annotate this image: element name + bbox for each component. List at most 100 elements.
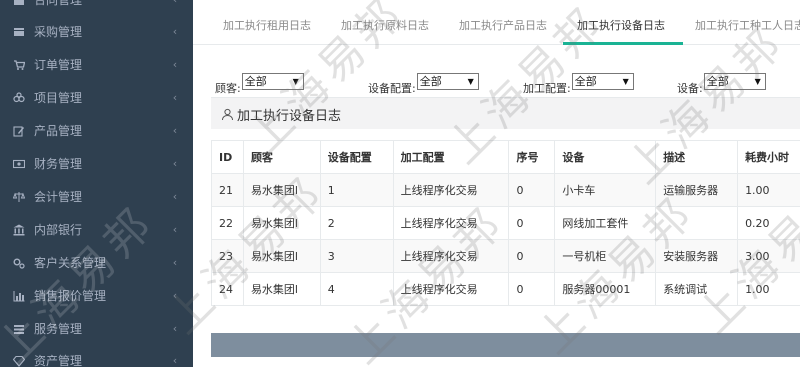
- active-tab-indicator: [563, 42, 683, 45]
- table-cell: 3.00: [737, 239, 800, 273]
- sidebar-item-label: 客户关系管理: [34, 256, 107, 270]
- equipment-config-filter: 设备配置: 全部 ▼: [368, 68, 479, 95]
- sidebar-item-crm[interactable]: 客户关系管理 ‹: [0, 246, 193, 279]
- tab-equipment-log[interactable]: 加工执行设备日志: [577, 0, 665, 45]
- user-icon: [221, 108, 234, 121]
- column-header[interactable]: 加工配置: [392, 140, 510, 174]
- table-cell: 易水集团l: [242, 239, 321, 273]
- table-cell: 0: [508, 272, 556, 306]
- column-header[interactable]: 描述: [655, 140, 739, 174]
- dropdown-arrow-icon: ▼: [622, 77, 629, 86]
- sidebar-item-sales-quote[interactable]: 销售报价管理 ‹: [0, 279, 193, 312]
- table-cell: 24: [211, 272, 244, 306]
- cart-icon: [13, 59, 25, 71]
- table-cell: 3: [319, 239, 394, 273]
- sidebar-item-label: 财务管理: [34, 157, 83, 171]
- tab-product-log[interactable]: 加工执行产品日志: [459, 0, 547, 45]
- sidebar-item-label: 采购管理: [34, 25, 83, 39]
- chevron-left-icon: ‹: [172, 91, 178, 104]
- chevron-left-icon: ‹: [172, 190, 178, 203]
- tab-bar: 加工执行租用日志 加工执行原料日志 加工执行产品日志 加工执行设备日志 加工执行…: [193, 0, 800, 45]
- sidebar-item-label: 销售报价管理: [34, 289, 107, 303]
- table-row[interactable]: 24 易水集团l 4 上线程序化交易 0 服务器00001 系统调试 1.00: [211, 272, 800, 306]
- sidebar-item-projects[interactable]: 项目管理 ‹: [0, 81, 193, 114]
- column-header[interactable]: 设备: [554, 140, 657, 174]
- equipment-log-table: ID 顾客 设备配置 加工配置 序号 设备 描述 耗费小时 21 易水集团l 1…: [211, 140, 800, 306]
- equipment-filter-label: 设备:: [677, 82, 703, 95]
- tab-rental-log[interactable]: 加工执行租用日志: [223, 0, 311, 45]
- equipment-filter: 设备: 全部 ▼: [677, 68, 766, 95]
- column-header[interactable]: 设备配置: [319, 140, 394, 174]
- chevron-left-icon: ‹: [172, 223, 178, 236]
- process-config-filter: 加工配置: 全部 ▼: [523, 68, 634, 95]
- table-cell: 易水集团l: [242, 272, 321, 306]
- chevron-left-icon: ‹: [167, 0, 183, 6]
- main-content: 加工执行租用日志 加工执行原料日志 加工执行产品日志 加工执行设备日志 加工执行…: [193, 0, 800, 367]
- chevron-left-icon: ‹: [172, 124, 178, 137]
- column-header[interactable]: 耗费小时: [737, 140, 800, 174]
- customer-select[interactable]: 全部 ▼: [241, 73, 304, 90]
- sidebar-item-purchase[interactable]: 采购管理 ‹: [0, 15, 193, 48]
- panel-title: 加工执行设备日志: [221, 105, 341, 124]
- tab-worker-log[interactable]: 加工执行工种工人日志: [695, 0, 800, 45]
- sidebar-item-assets[interactable]: 资产管理 ‹: [0, 344, 193, 367]
- sidebar-item-label: 内部银行: [34, 223, 83, 237]
- tab-material-log[interactable]: 加工执行原料日志: [341, 0, 429, 45]
- sidebar-item-label: 会计管理: [34, 190, 83, 204]
- table-header-row: ID 顾客 设备配置 加工配置 序号 设备 描述 耗费小时: [211, 140, 800, 174]
- table-cell: 1.00: [737, 173, 800, 207]
- table-row[interactable]: 21 易水集团l 1 上线程序化交易 0 小卡车 运输服务器 1.00: [211, 173, 800, 207]
- customer-filter: 顾客: 全部 ▼: [215, 68, 304, 95]
- table-cell: 21: [211, 173, 244, 207]
- bar-chart-icon: [13, 290, 25, 302]
- panel-header: 加工执行设备日志: [211, 97, 800, 129]
- sidebar-item-finance[interactable]: 财务管理 ‹: [0, 147, 193, 180]
- sidebar-item-label: 资产管理: [34, 354, 83, 367]
- table-row[interactable]: 23 易水集团l 3 上线程序化交易 0 一号机柜 安装服务器 3.00: [211, 239, 800, 273]
- sidebar-item-orders[interactable]: 订单管理 ‹: [0, 48, 193, 81]
- contract-icon: [13, 0, 25, 6]
- chevron-left-icon: ‹: [172, 354, 178, 367]
- process-config-select[interactable]: 全部 ▼: [571, 73, 634, 90]
- equipment-config-select[interactable]: 全部 ▼: [416, 73, 479, 90]
- table-cell: 1.00: [737, 272, 800, 306]
- table-cell: 服务器00001: [554, 272, 657, 306]
- equipment-select[interactable]: 全部 ▼: [703, 73, 766, 90]
- filter-bar: 顾客: 全部 ▼ 设备配置: 全部 ▼ 加工配置: 全部 ▼ 设备: 全部 ▼: [193, 68, 800, 95]
- column-header[interactable]: 序号: [508, 140, 556, 174]
- sidebar-item-label: 服务管理: [34, 322, 83, 336]
- chevron-left-icon: ‹: [172, 58, 178, 71]
- table-cell: 网线加工套件: [554, 206, 657, 240]
- list-icon: [13, 323, 25, 335]
- table-cell: [655, 206, 739, 240]
- column-header[interactable]: 顾客: [242, 140, 321, 174]
- table-cell: 上线程序化交易: [392, 173, 510, 207]
- table-cell: 上线程序化交易: [392, 239, 510, 273]
- process-config-filter-label: 加工配置:: [523, 82, 571, 95]
- sidebar-item-contract[interactable]: 合同管理 ‹: [0, 0, 193, 16]
- sidebar-item-accounting[interactable]: 会计管理 ‹: [0, 180, 193, 213]
- table-cell: 一号机柜: [554, 239, 657, 273]
- dropdown-arrow-icon: ▼: [754, 77, 761, 86]
- table-cell: 易水集团l: [242, 206, 321, 240]
- sidebar-item-products[interactable]: 产品管理 ‹: [0, 114, 193, 147]
- table-cell: 上线程序化交易: [392, 206, 510, 240]
- table-cell: 0: [508, 239, 556, 273]
- sidebar-item-internal-bank[interactable]: 内部银行 ‹: [0, 213, 193, 246]
- table-cell: 系统调试: [655, 272, 739, 306]
- column-header[interactable]: ID: [211, 140, 244, 174]
- sidebar-item-label: 项目管理: [34, 91, 83, 105]
- diamond-icon: [13, 355, 25, 367]
- dropdown-arrow-icon: ▼: [467, 77, 474, 86]
- sidebar-item-service[interactable]: 服务管理 ‹: [0, 312, 193, 345]
- table-cell: 运输服务器: [655, 173, 739, 207]
- table-row[interactable]: 22 易水集团l 2 上线程序化交易 0 网线加工套件 0.20: [211, 206, 800, 240]
- chevron-left-icon: ‹: [172, 322, 178, 335]
- sidebar-item-label: 产品管理: [34, 124, 83, 138]
- pagination-bar: [211, 333, 800, 357]
- customer-filter-label: 顾客:: [215, 82, 241, 95]
- sidebar-item-label: 合同管理: [34, 0, 83, 7]
- edit-icon: [13, 125, 25, 137]
- panel-title-text: 加工执行设备日志: [237, 109, 342, 124]
- dropdown-arrow-icon: ▼: [292, 77, 299, 86]
